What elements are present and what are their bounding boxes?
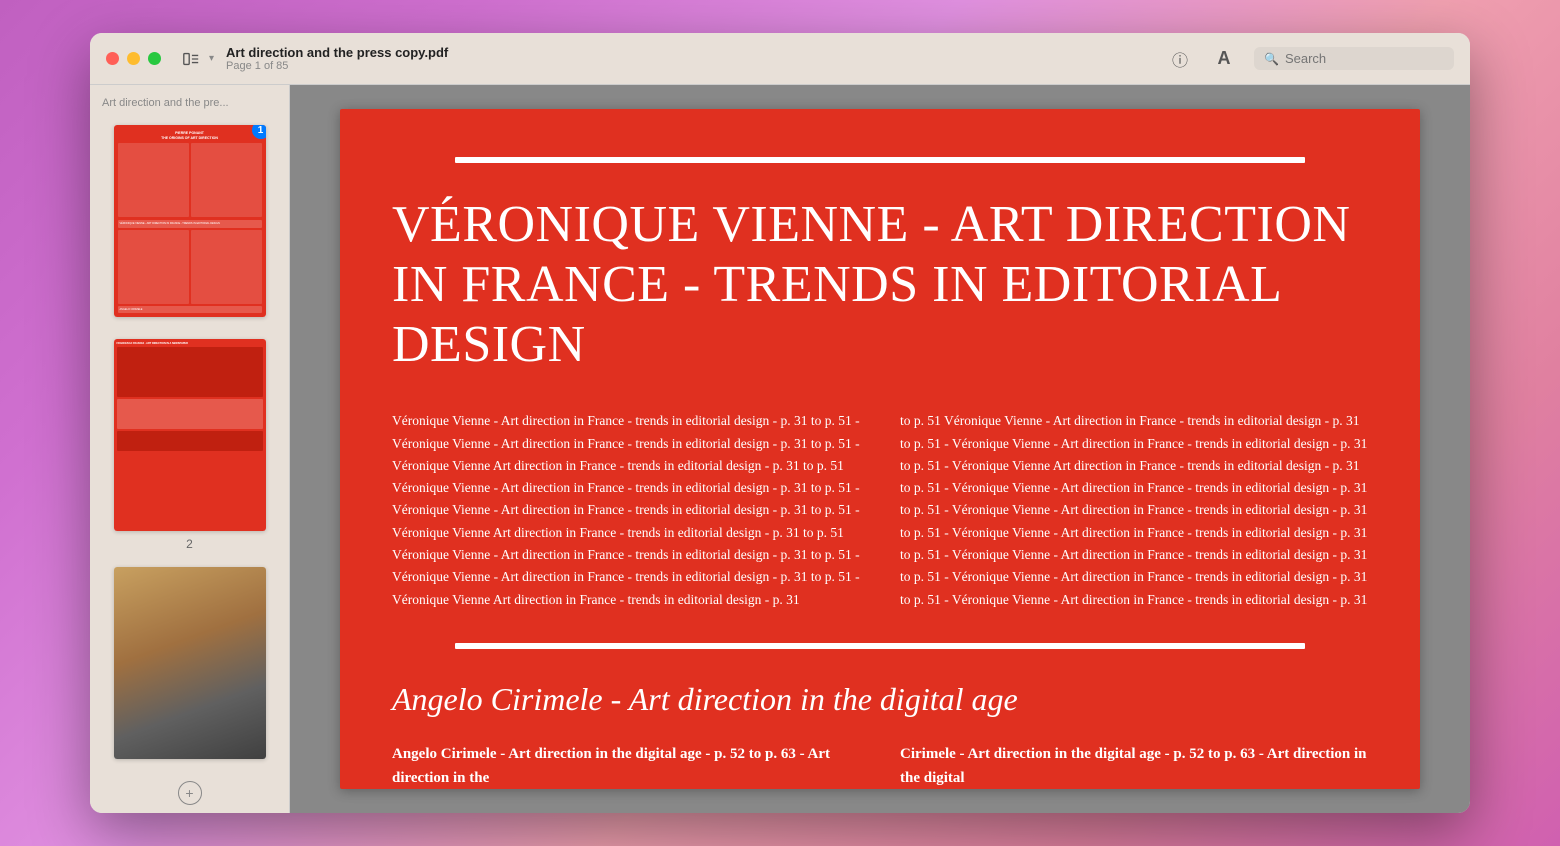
pdf-left-column: Véronique Vienne - Art direction in Fran… xyxy=(392,410,860,610)
dropdown-arrow-icon[interactable]: ▾ xyxy=(209,53,214,64)
traffic-lights xyxy=(106,52,161,65)
info-icon: ⓘ xyxy=(1172,47,1188,71)
titlebar: ▾ Art direction and the press copy.pdf P… xyxy=(90,33,1470,85)
page-number-2: 2 xyxy=(186,537,193,551)
thumbnail-3 xyxy=(114,567,266,759)
minimize-button[interactable] xyxy=(127,52,140,65)
sidebar: Art direction and the pre... PIERRE PONA… xyxy=(90,85,290,813)
pdf-page: VÉRONIQUE VIENNE - ART DIRECTION IN FRAN… xyxy=(340,109,1420,789)
pdf-section2-left: Angelo Cirimele - Art direction in the d… xyxy=(392,742,860,790)
pdf-right-column: to p. 51 Véronique Vienne - Art directio… xyxy=(900,410,1368,610)
info-button[interactable]: ⓘ xyxy=(1166,45,1194,73)
search-input[interactable] xyxy=(1285,51,1444,66)
sidebar-toggle-button[interactable] xyxy=(177,45,205,73)
app-window: ▾ Art direction and the press copy.pdf P… xyxy=(90,33,1470,813)
pdf-section2-right: Cirimele - Art direction in the digital … xyxy=(900,742,1368,790)
titlebar-actions: ⓘ A 🔍 xyxy=(1166,45,1454,73)
annotation-button[interactable]: A xyxy=(1210,45,1238,73)
document-title: Art direction and the press copy.pdf xyxy=(226,45,1166,60)
pdf-text-columns: Véronique Vienne - Art direction in Fran… xyxy=(392,410,1368,610)
thumbnail-2: FRANCESCA FRANCHI - ART DIRECTION IN A N… xyxy=(114,339,266,531)
sidebar-page-1[interactable]: PIERRE PONANTTHE ORIGINS OF ART DIRECTIO… xyxy=(90,117,289,331)
pdf-section2-columns: Angelo Cirimele - Art direction in the d… xyxy=(392,742,1368,790)
page-info: Page 1 of 85 xyxy=(226,60,1166,72)
main-area: Art direction and the pre... PIERRE PONA… xyxy=(90,85,1470,813)
sidebar-header: Art direction and the pre... xyxy=(90,93,289,117)
pdf-section2-title: Angelo Cirimele - Art direction in the d… xyxy=(392,681,1368,718)
sidebar-page-3[interactable] xyxy=(90,559,289,773)
sidebar-page-2[interactable]: FRANCESCA FRANCHI - ART DIRECTION IN A N… xyxy=(90,331,289,559)
title-info: Art direction and the press copy.pdf Pag… xyxy=(226,45,1166,72)
close-button[interactable] xyxy=(106,52,119,65)
search-bar[interactable]: 🔍 xyxy=(1254,47,1454,70)
thumbnail-1: PIERRE PONANTTHE ORIGINS OF ART DIRECTIO… xyxy=(114,125,266,317)
maximize-button[interactable] xyxy=(148,52,161,65)
pdf-divider-bottom xyxy=(455,643,1304,649)
add-page-button[interactable]: + xyxy=(90,773,289,813)
annotation-icon: A xyxy=(1218,48,1231,69)
pdf-view[interactable]: VÉRONIQUE VIENNE - ART DIRECTION IN FRAN… xyxy=(290,85,1470,813)
search-icon: 🔍 xyxy=(1264,52,1279,66)
pdf-main-title: VÉRONIQUE VIENNE - ART DIRECTION IN FRAN… xyxy=(392,195,1368,374)
add-icon: + xyxy=(178,781,202,805)
pdf-divider-top xyxy=(455,157,1304,163)
